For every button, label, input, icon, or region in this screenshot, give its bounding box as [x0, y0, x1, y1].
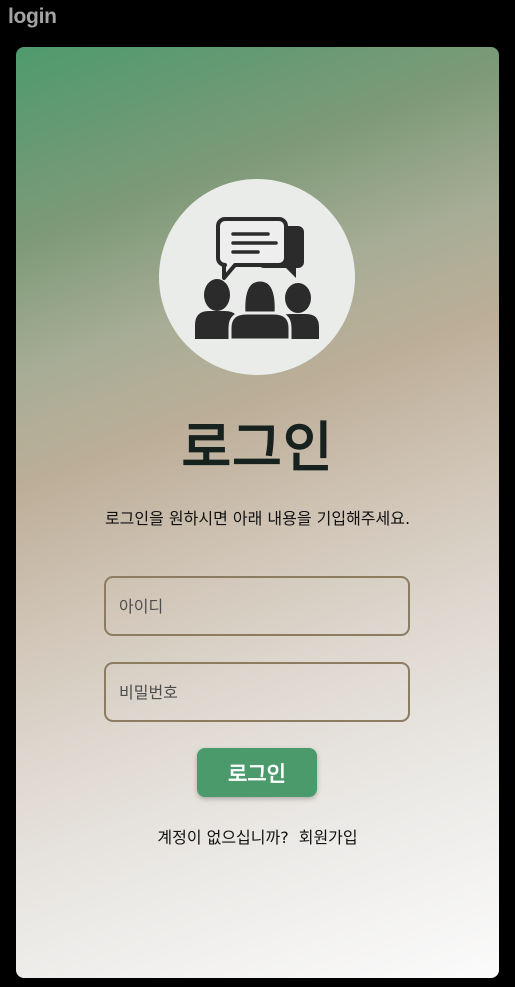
signup-prompt: 계정이 없으십니까? 회원가입 — [16, 824, 499, 848]
login-card: 로그인 로그인을 원하시면 아래 내용을 기입해주세요. 로그인 계정이 없으십… — [16, 47, 499, 978]
login-button[interactable]: 로그인 — [197, 748, 317, 797]
page-title: 로그인 — [181, 416, 334, 479]
password-field — [104, 662, 410, 722]
signup-link[interactable]: 회원가입 — [299, 828, 358, 847]
id-field — [104, 576, 410, 636]
logo-badge — [159, 179, 355, 375]
password-input[interactable] — [106, 664, 408, 720]
no-account-text: 계정이 없으십니까? — [157, 828, 289, 847]
chat-group-icon — [195, 217, 319, 342]
window-title: login — [8, 5, 57, 28]
id-input[interactable] — [106, 578, 408, 634]
instruction-text: 로그인을 원하시면 아래 내용을 기입해주세요. — [104, 509, 411, 528]
